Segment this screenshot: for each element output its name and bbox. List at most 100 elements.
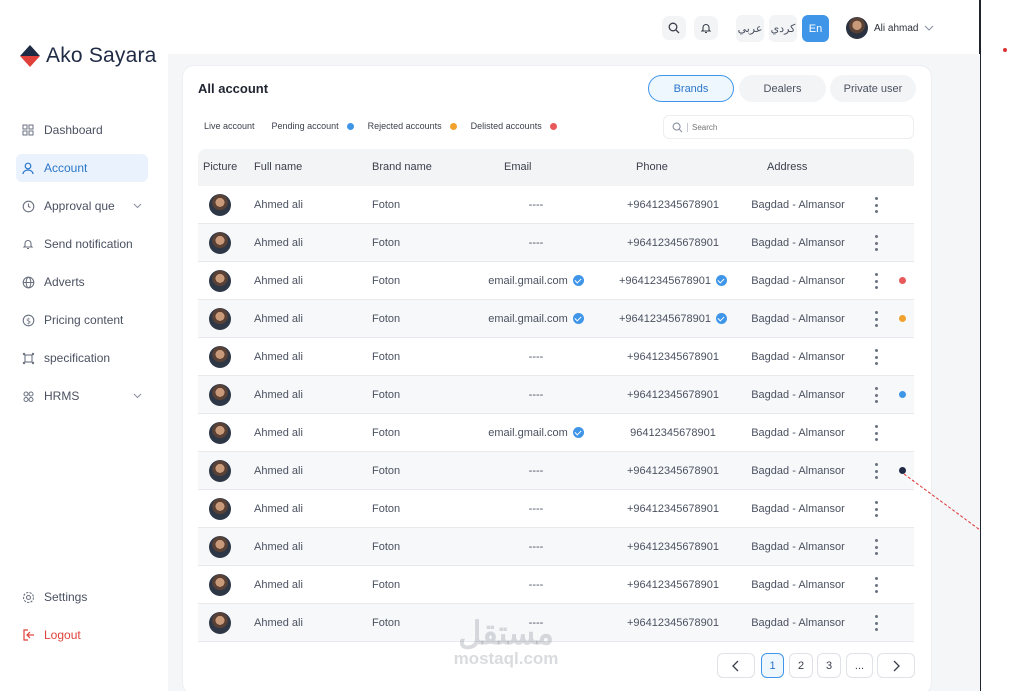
cell-phone-text: +96412345678901: [626, 617, 720, 629]
lang-arabic[interactable]: عربي: [736, 15, 764, 42]
logout-icon: [21, 628, 35, 642]
row-menu-icon[interactable]: [873, 197, 879, 213]
legend-pending: Pending account: [271, 121, 339, 131]
status-dot-pending: [899, 391, 906, 398]
row-menu-icon[interactable]: [873, 463, 879, 479]
lang-kurdish[interactable]: كردي: [769, 15, 797, 42]
table-row[interactable]: Ahmed ali Foton ---- +96412345678901 Bagdad …: [198, 338, 914, 376]
search-box: [663, 115, 914, 139]
verified-check-icon: [572, 427, 584, 438]
sidebar-item-approval-que[interactable]: Approval que: [16, 192, 148, 220]
table-row[interactable]: Ahmed ali Foton ---- +96412345678901 Bagdad …: [198, 604, 914, 642]
chevron-down-icon[interactable]: [133, 201, 142, 212]
row-menu-icon[interactable]: [873, 615, 879, 631]
cell-phone: +96412345678901: [613, 389, 733, 401]
search-icon: [672, 122, 683, 132]
row-menu-icon[interactable]: [873, 235, 879, 251]
table-row[interactable]: Ahmed ali Foton ---- +96412345678901 Bagdad …: [198, 376, 914, 414]
cell-brand-name: Foton: [372, 351, 400, 363]
cell-address: Bagdad - Almansor: [738, 541, 858, 553]
brand-logo[interactable]: Ako Sayara: [20, 44, 157, 68]
sidebar-item-pricing-content[interactable]: $ Pricing content: [16, 306, 148, 334]
cell-full-name-text: Ahmed ali: [254, 617, 303, 629]
tab-private-user[interactable]: Private user: [830, 75, 916, 102]
sidebar-item-label: Account: [44, 161, 88, 175]
top-bar: عربي كردي En Ali ahmad: [168, 0, 980, 54]
cell-phone-text: +96412345678901: [626, 351, 720, 363]
cell-email: ----: [476, 465, 596, 477]
sidebar-item-specification[interactable]: specification: [16, 344, 148, 372]
avatar: [209, 612, 231, 634]
cell-email-text: ----: [528, 503, 544, 515]
table-row[interactable]: Ahmed ali Foton ---- +96412345678901 Bagdad …: [198, 566, 914, 604]
chevron-right-icon: [893, 660, 900, 671]
cell-phone: +96412345678901: [613, 199, 733, 211]
table-row[interactable]: Ahmed ali Foton email.gmail.com +9641234567…: [198, 300, 914, 338]
cell-address-text: Bagdad - Almansor: [751, 199, 845, 211]
cell-brand-name-text: Foton: [372, 351, 401, 363]
cell-address-text: Bagdad - Almansor: [751, 351, 845, 363]
sidebar-item-account[interactable]: Account: [16, 154, 148, 182]
table-row[interactable]: Ahmed ali Foton ---- +96412345678901 Bagdad …: [198, 186, 914, 224]
sidebar-item-dashboard[interactable]: Dashboard: [16, 116, 148, 144]
cell-full-name-text: Ahmed ali: [254, 465, 303, 477]
search-icon: [668, 22, 680, 34]
annotation-dot: [1003, 48, 1007, 52]
cell-brand-name-text: Foton: [372, 541, 401, 553]
chevron-down-icon[interactable]: [133, 391, 142, 402]
cell-email-text: ----: [528, 465, 544, 477]
search-button[interactable]: [662, 16, 686, 40]
cell-phone-text: +96412345678901: [626, 503, 720, 515]
next-page-button[interactable]: [877, 653, 915, 678]
row-menu-icon[interactable]: [873, 311, 879, 327]
row-menu-icon[interactable]: [873, 387, 879, 403]
sidebar-item-send-notification[interactable]: Send notification: [16, 230, 148, 258]
col-full-name: Full name: [254, 161, 303, 173]
user-menu[interactable]: Ali ahmad: [846, 17, 934, 39]
cell-address-text: Bagdad - Almansor: [751, 275, 845, 287]
row-menu-icon[interactable]: [873, 577, 879, 593]
row-menu-icon[interactable]: [873, 349, 879, 365]
page-3-button[interactable]: 3: [817, 653, 841, 678]
search-input[interactable]: [687, 122, 887, 132]
sidebar-item-hrms[interactable]: HRMS: [16, 382, 148, 410]
sidebar-item-label: specification: [44, 351, 111, 365]
page-title: All account: [198, 81, 269, 96]
sidebar-item-settings[interactable]: Settings: [16, 583, 148, 611]
page-1-button[interactable]: 1: [761, 653, 784, 678]
table-row[interactable]: Ahmed ali Foton ---- +96412345678901 Bagdad …: [198, 490, 914, 528]
status-dot-delisted: [899, 277, 906, 284]
people-icon: [21, 389, 35, 403]
row-menu-icon[interactable]: [873, 273, 879, 289]
tab-brands[interactable]: Brands: [648, 75, 734, 102]
notifications-button[interactable]: [694, 16, 718, 40]
table-row[interactable]: Ahmed ali Foton email.gmail.com 96412345678…: [198, 414, 914, 452]
cell-address-text: Bagdad - Almansor: [751, 503, 845, 515]
row-menu-icon[interactable]: [873, 539, 879, 555]
cell-brand-name: Foton: [372, 199, 400, 211]
cell-address-text: Bagdad - Almansor: [751, 579, 845, 591]
page-2-button[interactable]: 2: [789, 653, 813, 678]
lang-english[interactable]: En: [802, 15, 829, 42]
sidebar-item-logout[interactable]: Logout: [16, 621, 148, 649]
cell-brand-name-text: Foton: [372, 427, 401, 439]
cell-address: Bagdad - Almansor: [738, 579, 858, 591]
table-row[interactable]: Ahmed ali Foton email.gmail.com +9641234567…: [198, 262, 914, 300]
table-row[interactable]: Ahmed ali Foton ---- +96412345678901 Bagdad …: [198, 528, 914, 566]
table-row[interactable]: Ahmed ali Foton ---- +96412345678901 Bagdad …: [198, 452, 914, 490]
table-row[interactable]: Ahmed ali Foton ---- +96412345678901 Bagdad …: [198, 224, 914, 262]
sidebar-item-adverts[interactable]: Adverts: [16, 268, 148, 296]
sidebar-item-label: Approval que: [44, 199, 115, 213]
row-menu-icon[interactable]: [873, 425, 879, 441]
row-menu-icon[interactable]: [873, 501, 879, 517]
prev-page-button[interactable]: [717, 653, 755, 678]
cell-email-text: ----: [528, 351, 544, 363]
cell-brand-name-text: Foton: [372, 275, 401, 287]
verified-check-icon: [716, 313, 728, 324]
cell-email: ----: [476, 503, 596, 515]
cell-email: email.gmail.com: [476, 427, 596, 439]
page-ellipsis[interactable]: ...: [846, 653, 873, 678]
sidebar-item-label: Settings: [44, 590, 88, 604]
tab-dealers[interactable]: Dealers: [739, 75, 826, 102]
cell-email-text: ----: [528, 237, 544, 249]
